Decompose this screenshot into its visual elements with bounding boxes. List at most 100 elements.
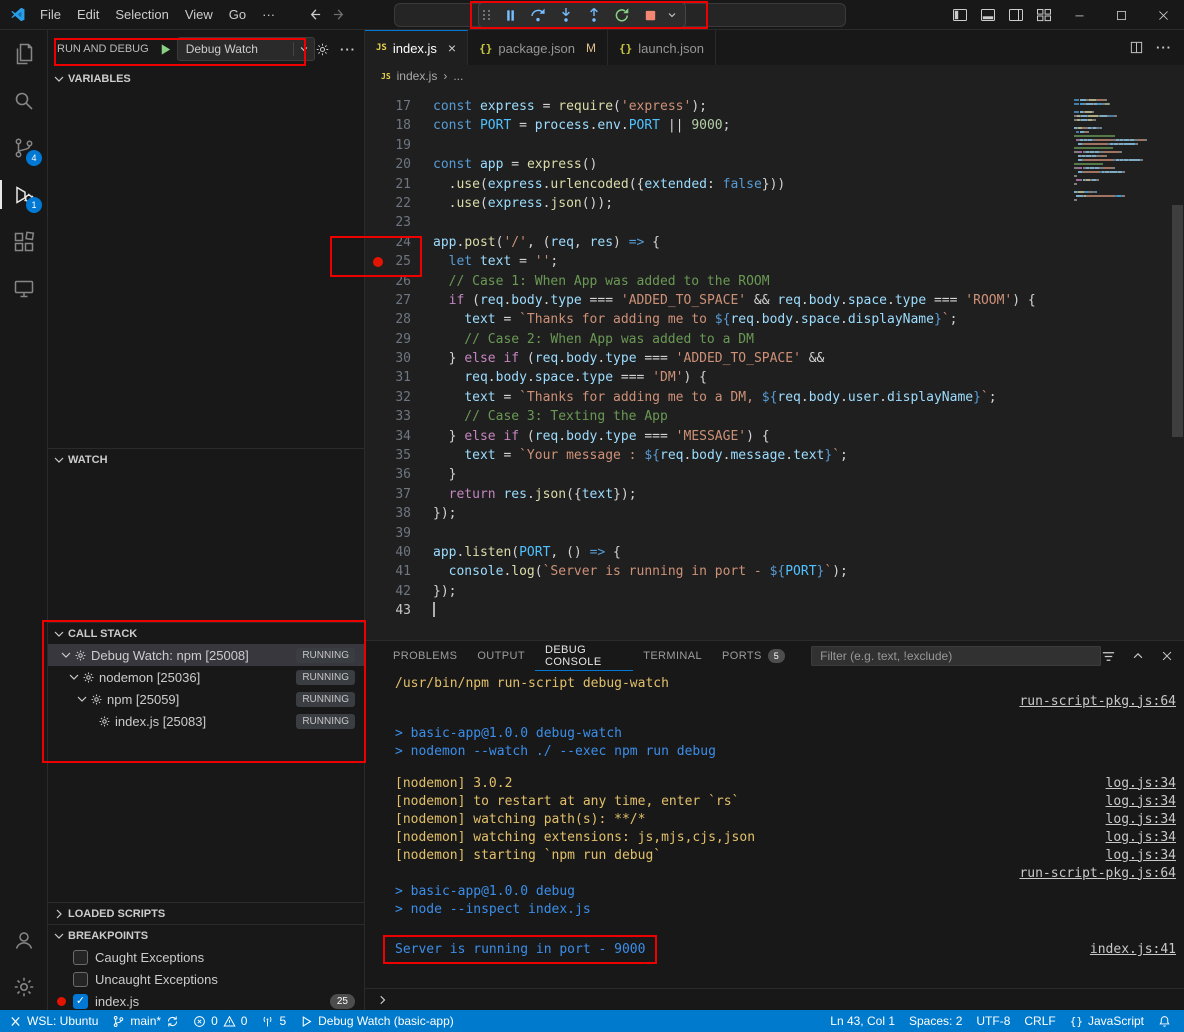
glyph-margin[interactable] xyxy=(365,427,391,446)
glyph-margin[interactable] xyxy=(365,136,391,155)
ports-indicator[interactable]: 5 xyxy=(254,1010,293,1032)
line-number[interactable]: 29 xyxy=(391,330,411,349)
maximize-icon[interactable] xyxy=(1100,0,1142,30)
glyph-margin[interactable] xyxy=(365,543,391,562)
glyph-margin[interactable] xyxy=(365,368,391,387)
code-line-41[interactable]: 41 console.log(`Server is running in por… xyxy=(365,562,1184,581)
menu-edit[interactable]: Edit xyxy=(69,4,107,25)
glyph-margin[interactable] xyxy=(365,465,391,484)
glyph-margin[interactable] xyxy=(365,155,391,174)
line-number[interactable]: 39 xyxy=(391,524,411,543)
panel-tab-terminal[interactable]: TERMINAL xyxy=(633,641,712,671)
glyph-margin[interactable] xyxy=(365,291,391,310)
forward-icon[interactable] xyxy=(332,7,347,22)
pause-icon[interactable] xyxy=(497,4,523,26)
breadcrumb-more[interactable]: ... xyxy=(453,69,463,83)
line-number[interactable]: 27 xyxy=(391,291,411,310)
code-line-32[interactable]: 32 text = `Thanks for adding me to a DM,… xyxy=(365,388,1184,407)
line-number[interactable]: 31 xyxy=(391,368,411,387)
line-number[interactable]: 34 xyxy=(391,427,411,446)
start-debugging-button[interactable] xyxy=(158,42,173,57)
line-number[interactable]: 36 xyxy=(391,465,411,484)
activity-run-and-debug[interactable]: 1 xyxy=(0,171,47,218)
gear-icon[interactable] xyxy=(315,42,330,57)
code-line-39[interactable]: 39 xyxy=(365,524,1184,543)
code-line-42[interactable]: 42 }); xyxy=(365,582,1184,601)
remote-indicator[interactable]: WSL: Ubuntu xyxy=(2,1010,105,1032)
code-line-24[interactable]: 24 app.post('/', (req, res) => { xyxy=(365,233,1184,252)
activity-search[interactable] xyxy=(0,77,47,124)
toolbar-drag-handle[interactable] xyxy=(483,10,491,20)
step-over-icon[interactable] xyxy=(525,4,551,26)
line-number[interactable]: 21 xyxy=(391,175,411,194)
call-stack-item[interactable]: nodemon [25036] RUNNING xyxy=(48,666,364,688)
line-number[interactable]: 18 xyxy=(391,116,411,135)
breakpoint-dot[interactable] xyxy=(373,257,383,267)
more-actions-icon[interactable]: ··· xyxy=(340,42,356,57)
line-number[interactable]: 42 xyxy=(391,582,411,601)
toggle-sidebar-icon[interactable] xyxy=(946,0,974,30)
close-icon[interactable] xyxy=(1142,0,1184,30)
glyph-margin[interactable] xyxy=(365,272,391,291)
close-tab-icon[interactable]: × xyxy=(448,40,456,56)
glyph-margin[interactable] xyxy=(365,524,391,543)
line-number[interactable]: 30 xyxy=(391,349,411,368)
menu-overflow[interactable]: ··· xyxy=(254,4,283,25)
glyph-margin[interactable] xyxy=(365,330,391,349)
line-number[interactable]: 33 xyxy=(391,407,411,426)
toggle-panel-icon[interactable] xyxy=(974,0,1002,30)
eol[interactable]: CRLF xyxy=(1017,1010,1062,1032)
glyph-margin[interactable] xyxy=(365,446,391,465)
menu-selection[interactable]: Selection xyxy=(107,4,176,25)
step-into-icon[interactable] xyxy=(553,4,579,26)
stop-icon[interactable] xyxy=(637,4,663,26)
glyph-margin[interactable] xyxy=(365,601,391,620)
code-line-25[interactable]: 25 let text = ''; xyxy=(365,252,1184,271)
console-source-link[interactable]: run-script-pkg.js:64 xyxy=(1007,694,1176,709)
glyph-margin[interactable] xyxy=(365,582,391,601)
activity-explorer[interactable] xyxy=(0,30,47,77)
more-actions-icon[interactable]: ··· xyxy=(1156,40,1172,55)
code-line-36[interactable]: 36 } xyxy=(365,465,1184,484)
menu-go[interactable]: Go xyxy=(221,4,254,25)
menu-file[interactable]: File xyxy=(32,4,69,25)
back-icon[interactable] xyxy=(307,7,322,22)
tab-launch-json[interactable]: {} launch.json xyxy=(608,30,716,65)
call-stack-item[interactable]: npm [25059] RUNNING xyxy=(48,688,364,710)
minimize-icon[interactable] xyxy=(1058,0,1100,30)
activity-source-control[interactable]: 4 xyxy=(0,124,47,171)
cursor-position[interactable]: Ln 43, Col 1 xyxy=(823,1010,902,1032)
panel-tab-output[interactable]: OUTPUT xyxy=(467,641,535,671)
editor-scrollbar[interactable] xyxy=(1171,87,1184,640)
code-line-43[interactable]: 43 xyxy=(365,601,1184,620)
call-stack-item[interactable]: Debug Watch: npm [25008] RUNNING xyxy=(48,644,364,666)
line-number[interactable]: 24 xyxy=(391,233,411,252)
code-line-31[interactable]: 31 req.body.space.type === 'DM') { xyxy=(365,368,1184,387)
tab-index-js[interactable]: JS index.js × xyxy=(365,30,468,65)
glyph-margin[interactable] xyxy=(365,116,391,135)
console-filter-input[interactable] xyxy=(811,646,1101,666)
activity-remote-explorer[interactable] xyxy=(0,265,47,312)
activity-accounts[interactable] xyxy=(0,916,47,963)
console-source-link[interactable]: log.js:34 xyxy=(1094,812,1176,827)
glyph-margin[interactable] xyxy=(365,349,391,368)
code-line-38[interactable]: 38 }); xyxy=(365,504,1184,523)
maximize-panel-icon[interactable] xyxy=(1131,649,1145,663)
line-number[interactable]: 35 xyxy=(391,446,411,465)
glyph-margin[interactable] xyxy=(365,562,391,581)
line-number[interactable]: 37 xyxy=(391,485,411,504)
breakpoint-item[interactable]: Caught Exceptions xyxy=(48,946,364,968)
encoding[interactable]: UTF-8 xyxy=(969,1010,1017,1032)
glyph-margin[interactable] xyxy=(365,310,391,329)
code-line-37[interactable]: 37 return res.json({text}); xyxy=(365,485,1184,504)
close-panel-icon[interactable] xyxy=(1160,649,1174,663)
code-line-22[interactable]: 22 .use(express.json()); xyxy=(365,194,1184,213)
section-call-stack[interactable]: CALL STACK xyxy=(48,622,364,644)
code-line-19[interactable]: 19 xyxy=(365,136,1184,155)
activity-settings[interactable] xyxy=(0,963,47,1010)
git-branch[interactable]: main* xyxy=(105,1010,186,1032)
checkbox[interactable] xyxy=(73,972,88,987)
line-number[interactable]: 20 xyxy=(391,155,411,174)
tab-package-json[interactable]: {} package.json M xyxy=(468,30,608,65)
line-number[interactable]: 32 xyxy=(391,388,411,407)
